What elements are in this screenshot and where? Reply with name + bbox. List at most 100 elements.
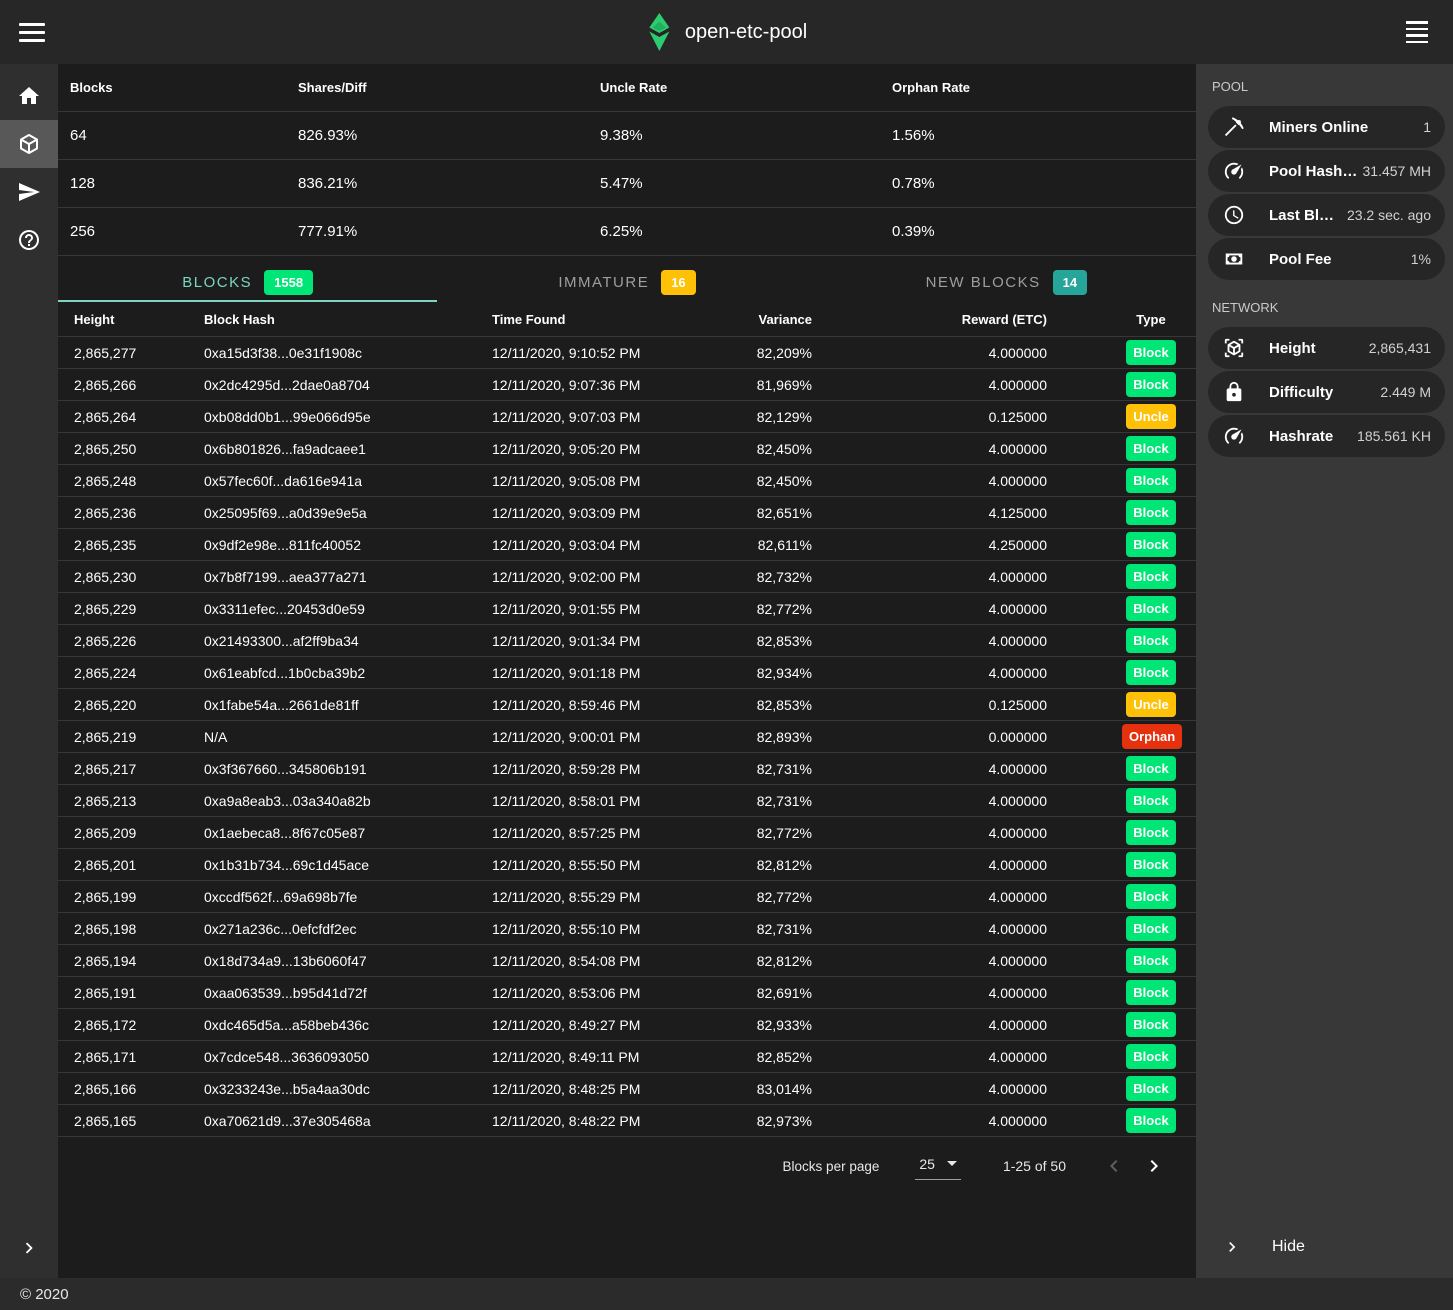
stats-header-cell: Orphan Rate xyxy=(892,80,1184,95)
cell-hash: 0x57fec60f...da616e941a xyxy=(204,473,492,489)
stats-cell: 0.78% xyxy=(892,175,1184,192)
stat-label: Pool Hashrate xyxy=(1269,163,1359,180)
per-page-label: Blocks per page xyxy=(783,1159,880,1174)
cell-height: 2,865,166 xyxy=(74,1081,204,1097)
sidebar-item-home[interactable] xyxy=(0,72,58,120)
cell-reward: 4.000000 xyxy=(812,1017,1047,1033)
stats-cell: 826.93% xyxy=(298,127,600,144)
cell-type: Block xyxy=(1047,500,1180,525)
hide-panel-button[interactable]: Hide xyxy=(1208,1216,1445,1278)
cell-hash: 0xdc465d5a...a58beb436c xyxy=(204,1017,492,1033)
cell-reward: 4.125000 xyxy=(812,505,1047,521)
stat-value: 1 xyxy=(1419,119,1431,135)
cell-type: Block xyxy=(1047,596,1180,621)
cell-hash: 0x7cdce548...3636093050 xyxy=(204,1049,492,1065)
sidebar-item-blocks[interactable] xyxy=(0,120,58,168)
previous-page-button xyxy=(1094,1146,1134,1186)
type-badge: Block xyxy=(1126,564,1175,589)
lock-icon xyxy=(1223,381,1245,403)
etc-logo-icon xyxy=(646,12,672,52)
cell-hash: 0x3f367660...345806b191 xyxy=(204,761,492,777)
right-menu-icon[interactable] xyxy=(1395,10,1439,54)
table-row: 2,865,1720xdc465d5a...a58beb436c12/11/20… xyxy=(58,1009,1196,1041)
cell-var: 82,772% xyxy=(692,889,812,905)
type-badge: Block xyxy=(1126,532,1175,557)
cell-hash: 0x2dc4295d...2dae0a8704 xyxy=(204,377,492,393)
stat-label: Pool Fee xyxy=(1269,251,1332,268)
table-row: 2,865,2130xa9a8eab3...03a340a82b12/11/20… xyxy=(58,785,1196,817)
tab-blocks[interactable]: BLOCKS1558 xyxy=(58,264,437,302)
cell-time: 12/11/2020, 8:55:29 PM xyxy=(492,889,692,905)
stat-value: 2,865,431 xyxy=(1365,340,1431,356)
cell-time: 12/11/2020, 8:53:06 PM xyxy=(492,985,692,1001)
table-row: 2,865,2500x6b801826...fa9adcaee112/11/20… xyxy=(58,433,1196,465)
stats-cell: 128 xyxy=(70,175,298,192)
tab-immature[interactable]: IMMATURE16 xyxy=(437,264,816,302)
cell-type: Orphan xyxy=(1047,724,1182,749)
cell-var: 82,651% xyxy=(692,505,812,521)
cell-reward: 4.000000 xyxy=(812,345,1047,361)
cell-height: 2,865,266 xyxy=(74,377,204,393)
cell-time: 12/11/2020, 9:03:09 PM xyxy=(492,505,692,521)
cell-hash: 0x25095f69...a0d39e9e5a xyxy=(204,505,492,521)
stats-cell: 777.91% xyxy=(298,223,600,240)
sidebar-item-payments[interactable] xyxy=(0,168,58,216)
type-badge: Block xyxy=(1126,852,1175,877)
type-badge: Block xyxy=(1126,596,1175,621)
cell-hash: 0x1b31b734...69c1d45ace xyxy=(204,857,492,873)
cell-height: 2,865,199 xyxy=(74,889,204,905)
cell-hash: 0xa9a8eab3...03a340a82b xyxy=(204,793,492,809)
cell-time: 12/11/2020, 8:55:50 PM xyxy=(492,857,692,873)
cell-time: 12/11/2020, 9:03:04 PM xyxy=(492,537,692,553)
sidebar-expand-button[interactable] xyxy=(0,1218,58,1278)
type-badge: Block xyxy=(1126,820,1175,845)
cell-height: 2,865,250 xyxy=(74,441,204,457)
stats-cell: 6.25% xyxy=(600,223,892,240)
type-badge: Block xyxy=(1126,980,1175,1005)
cell-reward: 4.000000 xyxy=(812,473,1047,489)
pagination-bar: Blocks per page 25 1-25 of 50 xyxy=(58,1137,1196,1195)
table-row: 2,865,1990xccdf562f...69a698b7fe12/11/20… xyxy=(58,881,1196,913)
cell-hash: 0x7b8f7199...aea377a271 xyxy=(204,569,492,585)
next-page-button[interactable] xyxy=(1134,1146,1174,1186)
tab-count-badge: 16 xyxy=(661,270,695,295)
chevron-right-icon xyxy=(1222,1237,1242,1257)
column-header: Block Hash xyxy=(204,312,492,327)
table-row: 2,865,1910xaa063539...b95d41d72f12/11/20… xyxy=(58,977,1196,1009)
cell-hash: 0x9df2e98e...811fc40052 xyxy=(204,537,492,553)
cell-var: 82,772% xyxy=(692,825,812,841)
main-content: BlocksShares/DiffUncle RateOrphan Rate64… xyxy=(58,64,1196,1278)
type-badge: Block xyxy=(1126,1108,1175,1133)
cell-type: Block xyxy=(1047,1108,1180,1133)
page-title: open-etc-pool xyxy=(685,21,807,44)
cell-time: 12/11/2020, 9:01:18 PM xyxy=(492,665,692,681)
cell-hash: 0x18d734a9...13b6060f47 xyxy=(204,953,492,969)
per-page-select[interactable]: 25 xyxy=(915,1153,961,1180)
cell-time: 12/11/2020, 9:01:34 PM xyxy=(492,633,692,649)
cell-height: 2,865,217 xyxy=(74,761,204,777)
type-badge: Block xyxy=(1126,788,1175,813)
type-badge: Block xyxy=(1126,340,1175,365)
cell-var: 82,129% xyxy=(692,409,812,425)
tab-new-blocks[interactable]: NEW BLOCKS14 xyxy=(817,264,1196,302)
cell-height: 2,865,191 xyxy=(74,985,204,1001)
table-row: 2,865,2640xb08dd0b1...99e066d95e12/11/20… xyxy=(58,401,1196,433)
type-badge: Uncle xyxy=(1126,692,1175,717)
cell-type: Block xyxy=(1047,340,1180,365)
sidebar-item-help[interactable] xyxy=(0,216,58,264)
cell-height: 2,865,236 xyxy=(74,505,204,521)
table-row: 2,865,2170x3f367660...345806b19112/11/20… xyxy=(58,753,1196,785)
table-row: 2,865,1660x3233243e...b5a4aa30dc12/11/20… xyxy=(58,1073,1196,1105)
cell-hash: 0xb08dd0b1...99e066d95e xyxy=(204,409,492,425)
chevron-right-icon xyxy=(18,1237,40,1259)
menu-icon[interactable] xyxy=(8,8,56,56)
cell-var: 82,853% xyxy=(692,697,812,713)
clock-icon xyxy=(1223,204,1245,226)
cell-var: 82,731% xyxy=(692,793,812,809)
cell-reward: 4.000000 xyxy=(812,665,1047,681)
brand: open-etc-pool xyxy=(646,12,807,52)
cell-type: Uncle xyxy=(1047,404,1180,429)
cell-var: 82,731% xyxy=(692,921,812,937)
type-badge: Block xyxy=(1126,468,1175,493)
cell-var: 83,014% xyxy=(692,1081,812,1097)
